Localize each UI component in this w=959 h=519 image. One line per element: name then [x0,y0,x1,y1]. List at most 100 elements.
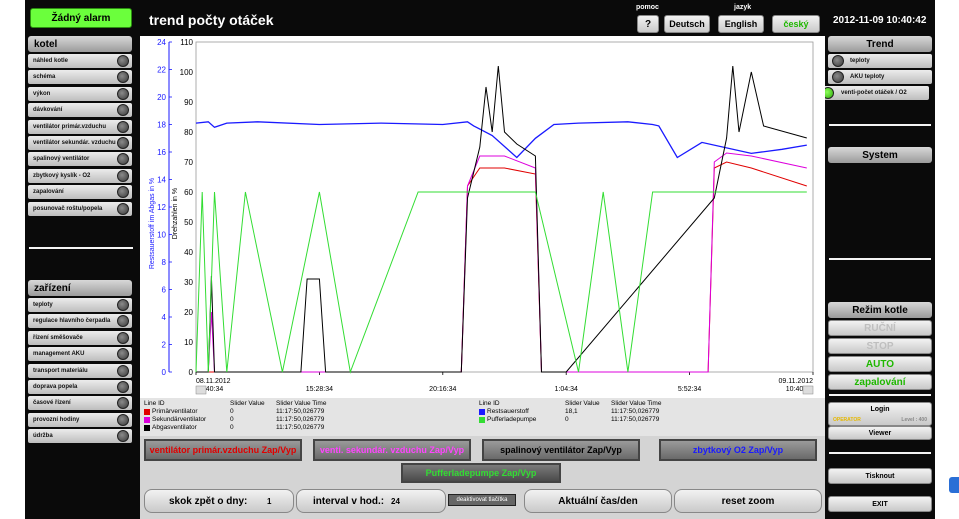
legend-header: Line ID [144,400,165,407]
left-axis-tick-label: 4 [162,313,167,322]
print-button[interactable]: Tisknout [828,468,932,484]
status-indicator-icon [117,87,129,100]
help-caption: pomoc [636,4,659,11]
left-axis-tick-label: 2 [162,341,167,350]
kotel-nav-item-label: náhled kotle [33,58,69,64]
series-toggle-button[interactable]: zbytkový O2 Zap/Vyp [659,439,817,461]
lang-deutsch-button[interactable]: Deutsch [664,15,710,33]
left-axis-tick-label: 22 [157,66,166,75]
scroll-left-arrow-icon [195,385,207,395]
x-axis-date-label: 09.11.2012 [778,378,813,385]
x-axis-time-label: 1:04:34 [555,386,578,393]
divider [29,247,133,249]
mode-manual-button[interactable]: RUČNÍ [828,320,932,336]
legend-cell-name: Restsauerstoff [487,408,529,415]
legend-cell-time: 11:17:50,026779 [276,408,325,415]
exit-button[interactable]: EXIT [828,496,932,512]
interval-box[interactable]: interval v hod.: 24 [296,489,446,513]
operator-label: OPERATOR [833,417,861,423]
footer-bar: skok zpět o dny: 1 interval v hod.: 24 d… [140,486,825,519]
login-label: Login [870,406,890,413]
current-time-button[interactable]: Aktuální čas/den [524,489,672,513]
x-axis-date-label: 08.11.2012 [196,378,231,385]
status-indicator-icon [117,364,129,377]
level-label: Level : 400 [901,417,927,423]
legend-swatch [144,409,150,415]
legend-area: Line ID Slider Value Slider Value Time Prim… [140,398,825,436]
help-button[interactable]: ? [637,15,659,33]
back-days-label: skok zpět o dny: [169,495,248,507]
zarizeni-nav-item-label: řízení směšovače [33,334,83,341]
left-sidebar: Žádný alarm kotel náhled kotle schéma výko… [25,0,140,519]
right-axis-tick-label: 0 [189,368,194,377]
trend-nav-label: venti-počet otáček / O2 [841,90,907,96]
deactivate-buttons-toggle[interactable]: deaktivovat tlačítka [448,494,516,506]
header-bar: trend počty otáček pomoc ? jazyk Deutsch… [140,0,825,36]
zarizeni-nav-item-label: doprava popela [33,384,78,390]
status-indicator-icon [117,55,129,67]
reset-zoom-button[interactable]: reset zoom [674,489,822,513]
kotel-nav-item-label: ventilátor primár.vzduchu [33,123,107,130]
datetime-display: 2012-11-09 10:40:42 [833,15,927,26]
trend-list: teploty AKU teploty venti-počet otáček / O… [819,54,935,104]
lang-czech-button[interactable]: český [772,15,820,33]
legend-cell-name: Primärventilator [152,408,198,415]
series-toggle-button[interactable]: ventilátor primár.vzduchu Zap/Vyp [144,439,302,461]
legend-right-table: Line ID Slider Value Slider Value Time Rest… [479,400,679,436]
right-axis-tick-label: 110 [180,38,193,47]
boiler-mode-head: Režim kotle [828,302,932,318]
right-sidebar: 2012-11-09 10:40:42 Trend teploty AKU tep… [819,0,935,519]
interval-value: 24 [391,496,400,506]
zarizeni-nav-item-label: provozní hodiny [33,416,80,423]
left-axis-tick-label: 18 [157,121,166,130]
left-axis-tick-label: 0 [162,368,167,377]
zarizeni-nav-item-label: teploty [33,302,53,308]
legend-cell-name: Sekundärventilator [152,416,207,423]
left-axis-tick-label: 8 [162,258,167,267]
login-button[interactable]: Login OPERATOR Level : 400 [828,402,932,426]
legend-swatch [144,425,150,431]
side-tab-icon[interactable] [949,477,959,493]
right-axis-tick-label: 30 [184,278,193,287]
series-toggle-button[interactable]: venti. sekundár. vzduchu Zap/Vyp [313,439,471,461]
legend-left-table: Line ID Slider Value Slider Value Time Prim… [144,400,344,436]
x-axis-time-label: 5:52:34 [678,386,701,393]
left-axis-tick-label: 14 [157,176,166,185]
status-indicator-icon [117,413,129,426]
lang-english-button[interactable]: English [718,15,764,33]
right-axis-label: Drehzahlen in % [172,188,179,239]
status-indicator-icon [117,299,129,311]
legend-header: Slider Value Time [276,400,327,407]
legend-cell-time: 11:17:50,026779 [611,408,660,415]
legend-cell-time: 11:17:50,026779 [276,424,325,431]
right-axis-tick-label: 40 [184,248,193,257]
interval-label: interval v hod.: [313,495,385,507]
legend-header: Line ID [479,400,500,407]
left-axis-tick-label: 12 [157,203,166,212]
status-indicator-icon [117,137,129,149]
toggle-area: ventilátor primár.vzduchu Zap/Vyp venti. … [140,436,825,486]
viewer-button[interactable]: Viewer [828,426,932,440]
mode-ignition-button[interactable]: zapalování [828,374,932,390]
legend-swatch [144,417,150,423]
alarm-indicator[interactable]: Žádný alarm [30,8,132,28]
legend-header: Slider Value Time [611,400,662,407]
left-axis-label: Restsauerstoff im Abgas in % [149,178,156,269]
trend-chart[interactable]: 2422201816141210864201101009080706050403… [140,36,825,398]
right-axis-tick-label: 50 [184,218,193,227]
back-days-box[interactable]: skok zpět o dny: 1 [144,489,294,513]
kotel-nav-item-label: zapalování [33,189,64,196]
trend-nav-label: AKU teploty [850,74,885,80]
zarizeni-nav-item-label: údržba [33,433,53,440]
kotel-section-head: kotel [28,36,132,52]
series-toggle-button[interactable]: spalinový ventilátor Zap/Vyp [482,439,640,461]
left-axis-tick-label: 10 [157,231,166,240]
mode-stop-button[interactable]: STOP [828,338,932,354]
divider [829,394,931,396]
status-indicator-icon [117,169,129,182]
trend-nav-item[interactable]: venti-počet otáček / O2 [819,86,929,100]
mode-auto-button[interactable]: AUTO [828,356,932,372]
series-toggle-button[interactable]: Pufferladepumpe Zap/Vyp [401,463,561,483]
kotel-nav-item-label: výkon [33,90,51,97]
legend-cell-name: Abgasventilator [152,424,197,431]
